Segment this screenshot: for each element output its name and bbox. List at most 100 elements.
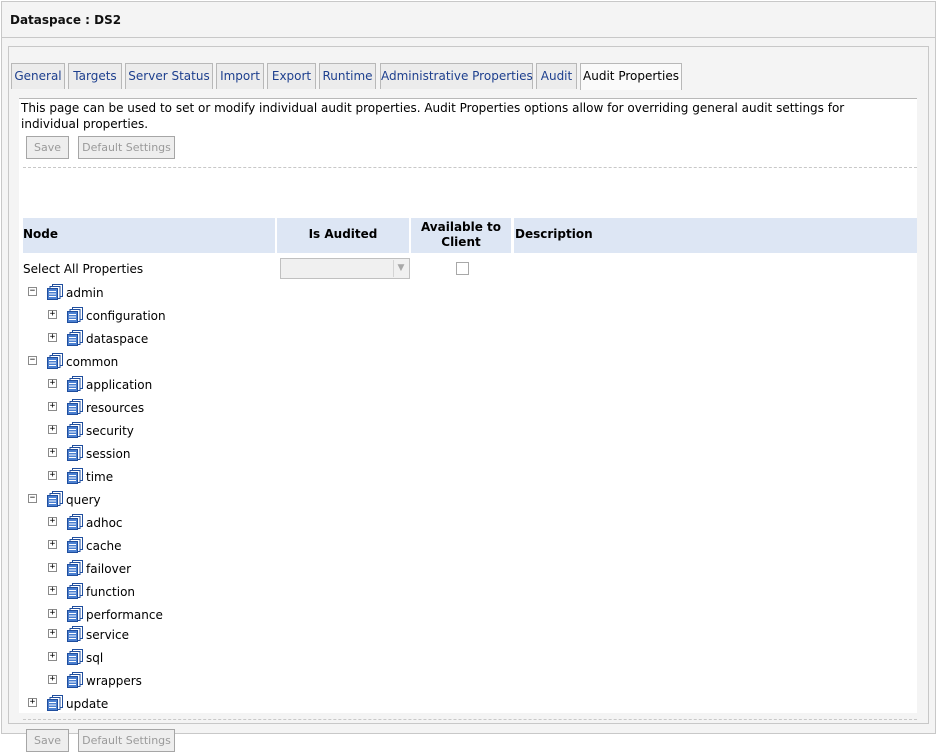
plus-box-icon[interactable]: + xyxy=(48,517,57,526)
minus-box-icon[interactable]: − xyxy=(28,356,37,365)
tree-node-failover[interactable]: + failover xyxy=(19,560,269,580)
tree-node-wrappers[interactable]: + wrappers xyxy=(19,672,269,692)
tree-node-time[interactable]: + time xyxy=(19,468,269,488)
plus-box-icon[interactable]: + xyxy=(48,425,57,434)
tree-node-adhoc[interactable]: + adhoc xyxy=(19,514,269,534)
database-folder-icon xyxy=(67,330,83,346)
database-folder-icon xyxy=(67,399,83,415)
minus-box-icon[interactable]: − xyxy=(28,287,37,296)
tab-general[interactable]: General xyxy=(11,63,65,89)
database-folder-icon xyxy=(47,491,63,507)
plus-box-icon[interactable]: + xyxy=(28,698,37,707)
header-description: Description xyxy=(514,218,917,253)
tab-export[interactable]: Export xyxy=(267,63,316,89)
tab-runtime[interactable]: Runtime xyxy=(319,63,376,89)
tree-node-label[interactable]: sql xyxy=(86,651,103,665)
app-window: Dataspace : DS2 General Targets Server S… xyxy=(1,1,936,752)
tree-node-configuration[interactable]: + configuration xyxy=(19,307,269,327)
tree-node-admin[interactable]: − admin xyxy=(19,284,269,304)
tab-administrative-properties[interactable]: Administrative Properties xyxy=(380,63,533,89)
header-is-audited-label: Is Audited xyxy=(308,227,378,241)
plus-box-icon[interactable]: + xyxy=(48,609,57,618)
plus-box-icon[interactable]: + xyxy=(48,448,57,457)
tab-audit[interactable]: Audit xyxy=(536,63,577,89)
header-description-label: Description xyxy=(515,227,593,241)
tab-import[interactable]: Import xyxy=(216,63,264,89)
database-folder-icon xyxy=(67,422,83,438)
header-is-audited: Is Audited xyxy=(277,218,409,253)
is-audited-select[interactable]: ▼ xyxy=(280,258,410,279)
minus-box-icon[interactable]: − xyxy=(28,494,37,503)
plus-box-icon[interactable]: + xyxy=(48,333,57,342)
tree-node-performance[interactable]: + performance xyxy=(19,606,269,626)
tree-node-label[interactable]: dataspace xyxy=(86,332,148,346)
save-button-top[interactable]: Save xyxy=(26,136,69,159)
plus-box-icon[interactable]: + xyxy=(48,471,57,480)
database-folder-icon xyxy=(67,606,83,622)
tab-audit-properties[interactable]: Audit Properties xyxy=(580,63,682,90)
tree-node-query[interactable]: − query xyxy=(19,491,269,511)
header-node: Node xyxy=(23,218,275,253)
tree-node-label[interactable]: common xyxy=(66,355,118,369)
plus-box-icon[interactable]: + xyxy=(48,402,57,411)
tree-node-label[interactable]: session xyxy=(86,447,130,461)
tab-server-status[interactable]: Server Status xyxy=(125,63,213,89)
select-all-properties-label: Select All Properties xyxy=(23,262,144,276)
database-folder-icon xyxy=(47,695,63,711)
tree-node-label[interactable]: cache xyxy=(86,539,122,553)
save-button-bottom[interactable]: Save xyxy=(26,729,69,752)
tree-node-label[interactable]: configuration xyxy=(86,309,166,323)
plus-box-icon[interactable]: + xyxy=(48,586,57,595)
tree-node-label[interactable]: performance xyxy=(86,608,163,622)
tab-targets[interactable]: Targets xyxy=(68,63,122,89)
divider-bottom xyxy=(23,719,917,720)
default-settings-button-bottom[interactable]: Default Settings xyxy=(78,729,175,752)
plus-box-icon[interactable]: + xyxy=(48,629,57,638)
database-folder-icon xyxy=(67,560,83,576)
tree-node-security[interactable]: + security xyxy=(19,422,269,442)
tree-node-label[interactable]: function xyxy=(86,585,135,599)
tree-node-dataspace[interactable]: + dataspace xyxy=(19,330,269,350)
plus-box-icon[interactable]: + xyxy=(48,675,57,684)
tree-node-label[interactable]: admin xyxy=(66,286,104,300)
title-bar: Dataspace : DS2 xyxy=(2,2,935,38)
plus-box-icon[interactable]: + xyxy=(48,379,57,388)
tree-node-label[interactable]: wrappers xyxy=(86,674,142,688)
tree-node-service[interactable]: + service xyxy=(19,626,269,646)
tree-node-label[interactable]: failover xyxy=(86,562,131,576)
tree-node-sql[interactable]: + sql xyxy=(19,649,269,669)
plus-box-icon[interactable]: + xyxy=(48,563,57,572)
plus-box-icon[interactable]: + xyxy=(48,652,57,661)
tree-node-session[interactable]: + session xyxy=(19,445,269,465)
tree-node-label[interactable]: service xyxy=(86,628,129,642)
tree-node-label[interactable]: query xyxy=(66,493,101,507)
default-settings-button-top[interactable]: Default Settings xyxy=(78,136,175,159)
header-available-label: Available to Client xyxy=(420,220,502,249)
tree-node-label[interactable]: time xyxy=(86,470,113,484)
database-folder-icon xyxy=(67,445,83,461)
tree-node-application[interactable]: + application xyxy=(19,376,269,396)
database-folder-icon xyxy=(67,307,83,323)
database-folder-icon xyxy=(67,626,83,642)
tree-node-function[interactable]: + function xyxy=(19,583,269,603)
tree-node-resources[interactable]: + resources xyxy=(19,399,269,419)
tree-node-common[interactable]: − common xyxy=(19,353,269,373)
tree-node-label[interactable]: adhoc xyxy=(86,516,123,530)
database-folder-icon xyxy=(67,537,83,553)
page-description: This page can be used to set or modify i… xyxy=(21,101,845,131)
available-to-client-checkbox[interactable] xyxy=(456,262,469,275)
database-folder-icon xyxy=(67,514,83,530)
tree-node-label[interactable]: update xyxy=(66,697,108,711)
header-available-to-client: Available to Client xyxy=(411,218,511,253)
tree-node-label[interactable]: application xyxy=(86,378,152,392)
divider-top xyxy=(23,167,917,168)
tree-node-label[interactable]: resources xyxy=(86,401,144,415)
tree-node-cache[interactable]: + cache xyxy=(19,537,269,557)
database-folder-icon xyxy=(67,468,83,484)
plus-box-icon[interactable]: + xyxy=(48,540,57,549)
tree-node-update[interactable]: + update xyxy=(19,695,269,715)
plus-box-icon[interactable]: + xyxy=(48,310,57,319)
chevron-down-icon[interactable]: ▼ xyxy=(393,260,408,277)
content-area: This page can be used to set or modify i… xyxy=(19,98,917,752)
tree-node-label[interactable]: security xyxy=(86,424,134,438)
